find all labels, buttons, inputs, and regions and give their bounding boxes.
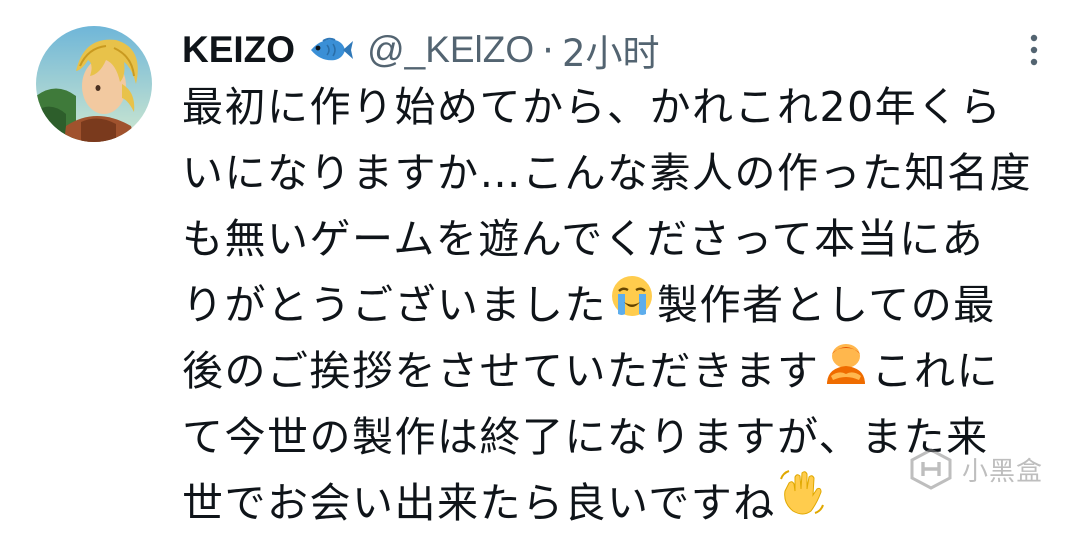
tweet-card[interactable]: KEIZO @_KElZO · 2小时 最初に作り始めてから、かれこれ20年くら… [0, 0, 1080, 527]
display-name[interactable]: KEIZO [182, 29, 295, 71]
text-line: 後のご挨拶をさせていただきます これに [182, 338, 1062, 404]
tweet-header: KEIZO @_KElZO · 2小时 [182, 23, 660, 77]
text-line: いになりますか…こんな素人の作った知名度 [182, 149, 1032, 197]
fish-icon [307, 35, 354, 65]
watermark: 小黑盒 [908, 448, 1043, 490]
text-line: りがとうございました 製作者としての最 [182, 272, 1062, 338]
vertical-ellipsis-icon [1030, 34, 1038, 66]
more-options-button[interactable] [1014, 26, 1054, 74]
heybox-logo-icon [910, 448, 952, 490]
waving-hand-icon [779, 469, 825, 536]
header-separator: · [542, 28, 554, 72]
person-bowing-icon [823, 337, 869, 403]
loudly-crying-face-icon [610, 271, 654, 337]
avatar[interactable] [36, 26, 152, 142]
watermark-text: 小黑盒 [962, 456, 1044, 487]
timestamp[interactable]: 2小时 [562, 23, 660, 77]
text-line: 最初に作り始めてから、かれこれ20年くら [182, 83, 1003, 131]
text-line: も無いゲームを遊んでくださって本当にあ [182, 215, 985, 263]
author-handle[interactable]: @_KElZO [367, 29, 534, 71]
